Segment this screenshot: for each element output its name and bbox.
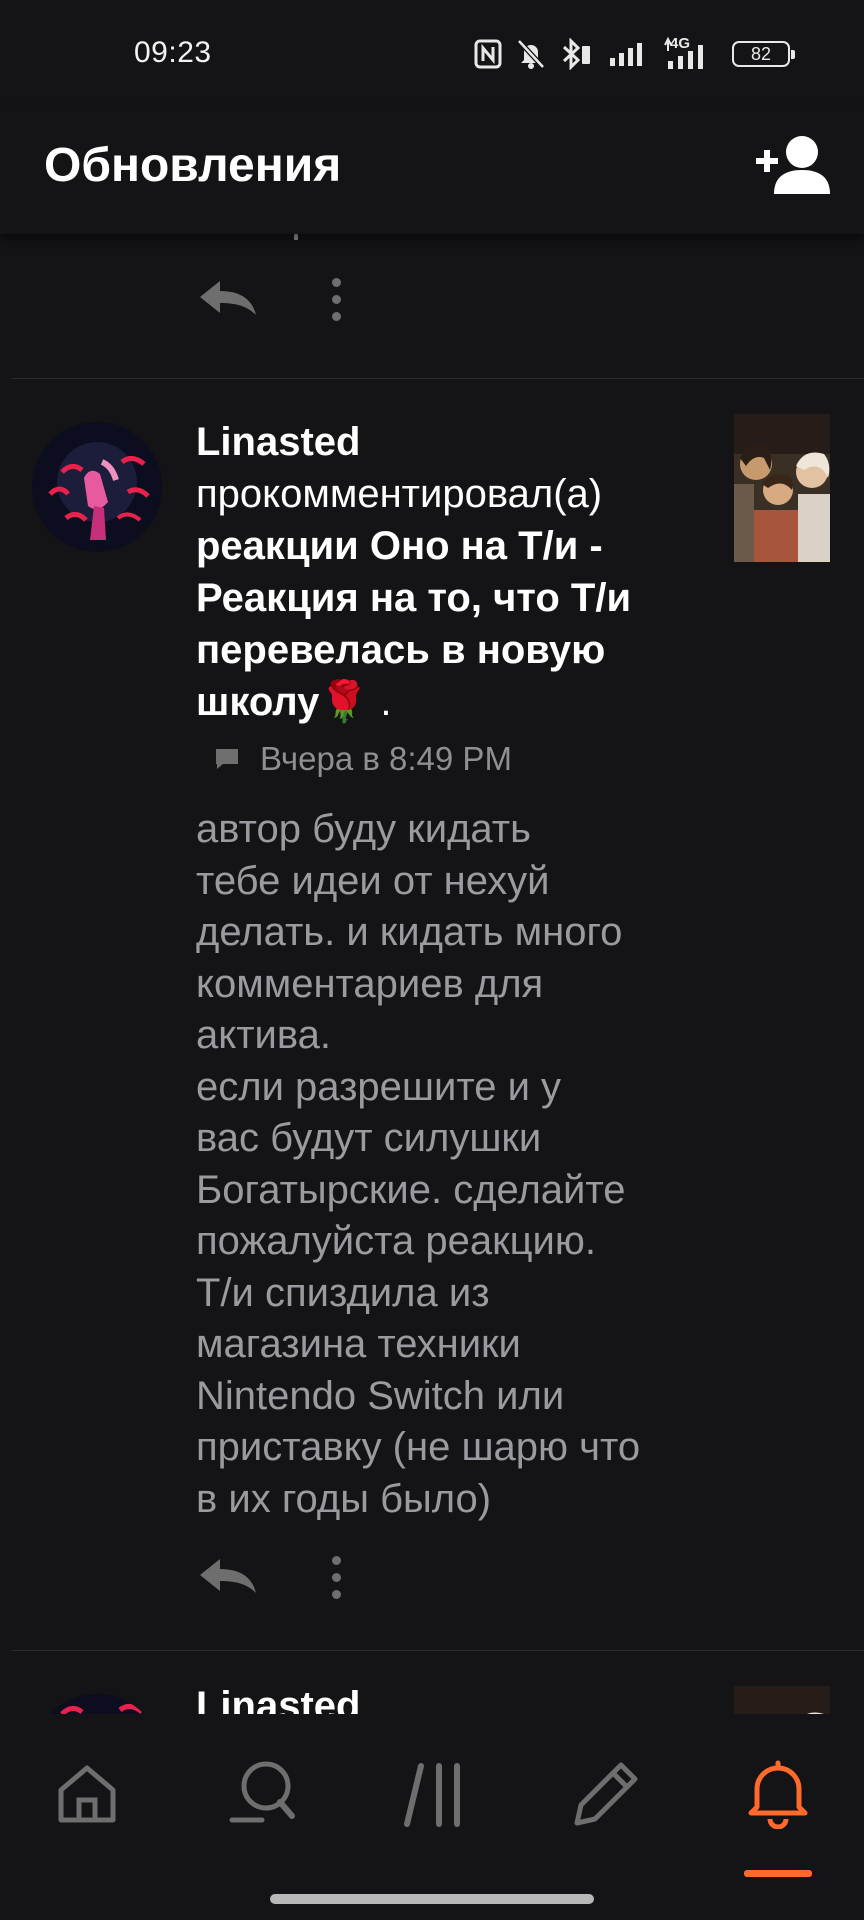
- signal-4g-icon: 4G: [662, 35, 718, 71]
- divider: [12, 1650, 864, 1651]
- story-thumbnail[interactable]: [734, 414, 830, 562]
- page-title: Обновления: [44, 139, 342, 192]
- add-user-button[interactable]: [750, 130, 834, 206]
- bottom-navigation: [0, 1714, 864, 1920]
- notification-actions: [196, 1550, 348, 1604]
- nav-notifications[interactable]: [728, 1744, 828, 1844]
- app-header: Обновления: [0, 110, 864, 234]
- notification-feed[interactable]: Linasted прокомментировал(а) реакции Оно…: [0, 234, 864, 1714]
- action-text: прокомментировал(а): [196, 472, 603, 516]
- user-name[interactable]: Linasted: [196, 420, 360, 464]
- library-icon: [404, 1763, 460, 1827]
- nav-library[interactable]: [385, 1744, 485, 1844]
- bell-muted-icon: [517, 39, 545, 69]
- home-icon: [58, 1765, 116, 1823]
- more-dot: [331, 294, 341, 304]
- screen: 09:23 4G 82 Обновления Linasted прокомме…: [0, 0, 864, 1920]
- previous-item-actions: [196, 272, 348, 326]
- more-options-button[interactable]: [324, 272, 348, 326]
- comment-body[interactable]: автор буду кидать тебе идеи от нехуй дел…: [196, 804, 756, 1525]
- nav-search[interactable]: [212, 1744, 312, 1844]
- nfc-icon: [474, 39, 502, 69]
- reply-icon: [200, 281, 256, 315]
- reply-button[interactable]: [196, 1550, 266, 1604]
- active-tab-indicator: [744, 1870, 812, 1877]
- nav-home[interactable]: [37, 1744, 137, 1844]
- status-time: 09:23: [134, 36, 212, 69]
- write-icon: [574, 1762, 638, 1826]
- battery-icon: 82: [732, 41, 795, 67]
- comment-meta: Вчера в 8:49 PM: [214, 740, 512, 778]
- nav-write[interactable]: [556, 1744, 656, 1844]
- notification-text[interactable]: Linasted прокомментировал(а) реакции Оно…: [196, 416, 686, 728]
- avatar[interactable]: [32, 422, 162, 552]
- rose-emoji: 🌹: [319, 680, 370, 724]
- avatar-image: [32, 1694, 162, 1714]
- more-dot: [331, 1555, 341, 1565]
- divider: [12, 378, 864, 379]
- reply-button[interactable]: [196, 272, 266, 326]
- previous-item-fragment: [294, 234, 298, 240]
- story-title[interactable]: реакции Оно на Т/и - Реакция на то, что …: [196, 524, 631, 724]
- home-indicator[interactable]: [270, 1894, 594, 1904]
- more-dot: [331, 277, 341, 287]
- notifications-icon: [748, 1760, 808, 1829]
- signal-icon: [610, 43, 642, 66]
- more-dot: [331, 1572, 341, 1582]
- user-name[interactable]: Linasted: [196, 1684, 360, 1714]
- story-thumbnail[interactable]: [734, 1686, 830, 1714]
- status-icons: 4G 82: [474, 35, 795, 72]
- comment-icon: [216, 749, 238, 769]
- more-dot: [331, 311, 341, 321]
- more-dot: [331, 1589, 341, 1599]
- avatar-image: [32, 422, 162, 552]
- status-bar: 09:23 4G 82: [0, 0, 864, 110]
- bluetooth-icon: [562, 38, 590, 70]
- search-icon: [229, 1761, 295, 1823]
- avatar[interactable]: [32, 1694, 162, 1714]
- comment-timestamp: Вчера в 8:49 PM: [260, 740, 512, 777]
- story-cover-image: [734, 1686, 830, 1714]
- add-user-icon: [756, 136, 830, 194]
- reply-icon: [200, 1559, 256, 1593]
- trailing-dot: .: [369, 680, 392, 724]
- more-options-button[interactable]: [324, 1550, 348, 1604]
- battery-level: 82: [750, 43, 772, 64]
- story-cover-image: [734, 414, 830, 562]
